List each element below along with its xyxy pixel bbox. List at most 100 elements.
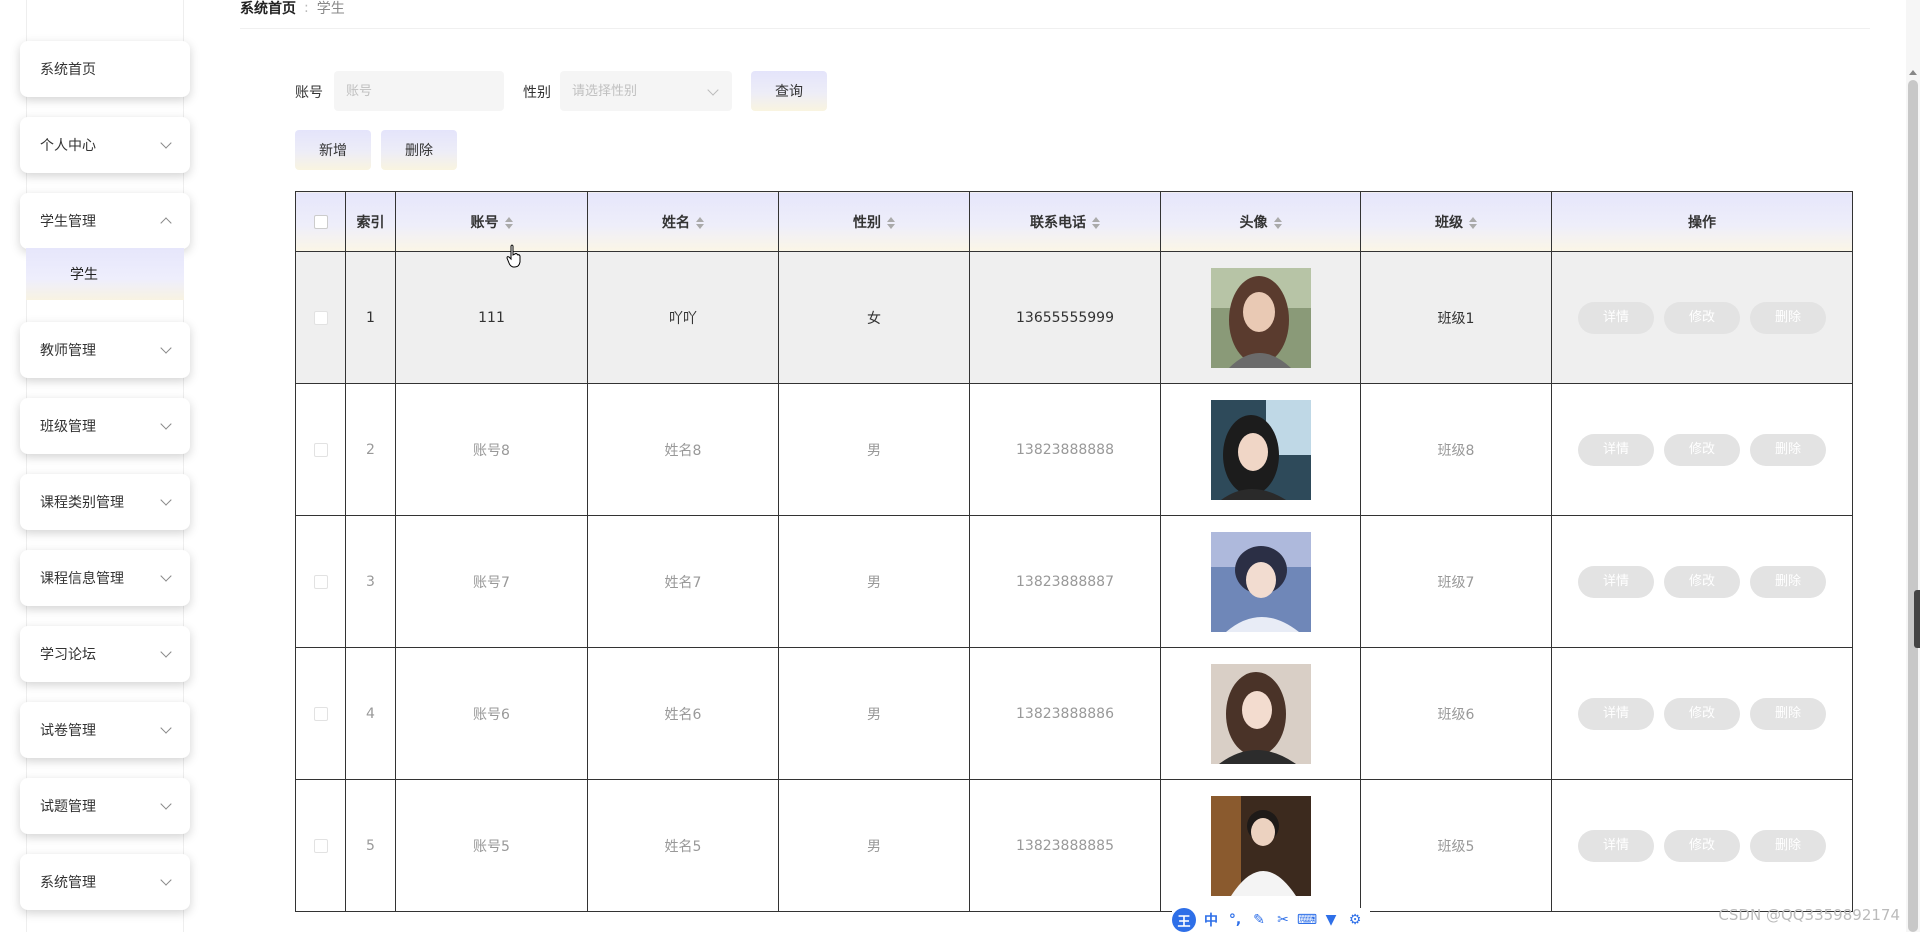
keyboard-icon[interactable]: ⌨: [1297, 911, 1317, 929]
row-delete-button[interactable]: 删除: [1750, 565, 1826, 598]
detail-button[interactable]: 详情: [1578, 697, 1654, 730]
cell-phone: 13823888887: [969, 515, 1161, 648]
pen-icon[interactable]: ✎: [1250, 911, 1268, 929]
sidebar-item-system-management[interactable]: 系统管理: [20, 854, 190, 910]
avatar-image[interactable]: [1210, 795, 1311, 896]
edit-button[interactable]: 修改: [1664, 301, 1740, 334]
cell-account: 账号5: [395, 779, 588, 912]
delete-button[interactable]: 删除: [381, 130, 457, 170]
row-select-cell[interactable]: [295, 251, 346, 384]
scroll-up-icon[interactable]: [1909, 70, 1917, 75]
edit-button[interactable]: 修改: [1664, 697, 1740, 730]
gender-select[interactable]: [560, 71, 732, 111]
avatar-image[interactable]: [1210, 399, 1311, 500]
row-checkbox[interactable]: [313, 838, 328, 853]
row-delete-button[interactable]: 删除: [1750, 301, 1826, 334]
sort-icon[interactable]: [504, 216, 513, 229]
edit-button[interactable]: 修改: [1664, 829, 1740, 862]
chevron-down-icon: [160, 418, 172, 430]
row-delete-button[interactable]: 删除: [1750, 433, 1826, 466]
table-row[interactable]: 1 111 吖吖 女 13655555999 班级1 详情 修改 删除: [295, 251, 1853, 384]
detail-button[interactable]: 详情: [1578, 565, 1654, 598]
avatar-image[interactable]: [1210, 531, 1311, 632]
sidebar-item-class-management[interactable]: 班级管理: [20, 398, 190, 454]
scissors-icon[interactable]: ✂: [1274, 911, 1292, 929]
chevron-down-icon: [160, 722, 172, 734]
edit-button[interactable]: 修改: [1664, 433, 1740, 466]
table-row[interactable]: 2 账号8 姓名8 男 13823888888 班级8 详情 修改 删除: [295, 383, 1853, 516]
sort-icon[interactable]: [887, 216, 895, 229]
cell-index: 2: [345, 383, 396, 516]
row-select-cell[interactable]: [295, 647, 346, 780]
header-label: 头像: [1239, 214, 1268, 231]
watermark: CSDN @QQ3359892174: [1718, 906, 1900, 924]
query-button[interactable]: 查询: [751, 71, 827, 111]
cell-gender: 男: [778, 779, 970, 912]
edit-button[interactable]: 修改: [1664, 565, 1740, 598]
table-row[interactable]: 3 账号7 姓名7 男 13823888887 班级7 详情 修改 删除: [295, 515, 1853, 648]
cell-name: 姓名5: [587, 779, 779, 912]
row-checkbox[interactable]: [313, 442, 328, 457]
row-delete-button[interactable]: 删除: [1750, 829, 1826, 862]
cell-avatar: [1160, 647, 1361, 780]
sidebar-item-exam-paper-management[interactable]: 试卷管理: [20, 702, 190, 758]
sidebar-item-question-management[interactable]: 试题管理: [20, 778, 190, 834]
sidebar-item-label: 班级管理: [40, 419, 96, 435]
app-root: 系统首页 个人中心 学生管理 学生 教师管理 班级管理 课程类别管理 课程信息管…: [0, 0, 1920, 932]
row-select-cell[interactable]: [295, 383, 346, 516]
sidebar-item-course-category-management[interactable]: 课程类别管理: [20, 474, 190, 530]
row-checkbox[interactable]: [313, 706, 328, 721]
gear-icon[interactable]: ⚙: [1346, 911, 1364, 929]
scrollbar-thumb[interactable]: [1908, 80, 1918, 932]
sort-icon[interactable]: [696, 216, 704, 229]
side-handle[interactable]: [1914, 590, 1920, 648]
student-table: 索引 账号 姓名 性别 联系电话 头像 班级 操作 1 111 吖吖 女 136…: [295, 191, 1853, 912]
detail-button[interactable]: 详情: [1578, 433, 1654, 466]
cell-index: 1: [345, 251, 396, 384]
table-row[interactable]: 4 账号6 姓名6 男 13823888886 班级6 详情 修改 删除: [295, 647, 1853, 780]
breadcrumb: 系统首页 : 学生: [240, 0, 345, 18]
sidebar: 系统首页 个人中心 学生管理 学生 教师管理 班级管理 课程类别管理 课程信息管…: [0, 0, 210, 932]
header-gender[interactable]: 性别: [778, 191, 970, 252]
sidebar-item-student-management[interactable]: 学生管理: [20, 193, 190, 249]
row-checkbox[interactable]: [313, 310, 328, 325]
sidebar-item-label: 系统管理: [40, 875, 96, 891]
sidebar-item-personal-center[interactable]: 个人中心: [20, 117, 190, 173]
ime-logo-icon[interactable]: 王: [1172, 908, 1196, 932]
sort-icon[interactable]: [1273, 216, 1282, 229]
sidebar-item-label: 学习论坛: [40, 647, 96, 663]
avatar-image[interactable]: [1210, 267, 1311, 368]
ime-punct-toggle[interactable]: °,: [1226, 911, 1244, 929]
sort-icon[interactable]: [1092, 216, 1100, 229]
shirt-icon[interactable]: ▼: [1322, 911, 1340, 929]
row-select-cell[interactable]: [295, 779, 346, 912]
sidebar-item-home[interactable]: 系统首页: [20, 41, 190, 97]
detail-button[interactable]: 详情: [1578, 829, 1654, 862]
chevron-down-icon: [160, 798, 172, 810]
table-row[interactable]: 5 账号5 姓名5 男 13823888885 班级5 详情 修改 删除: [295, 779, 1853, 912]
add-button[interactable]: 新增: [295, 130, 371, 170]
account-search-input[interactable]: [334, 71, 504, 111]
select-all-cell[interactable]: [295, 191, 346, 252]
sidebar-item-course-info-management[interactable]: 课程信息管理: [20, 550, 190, 606]
header-avatar[interactable]: 头像: [1160, 191, 1361, 252]
header-account[interactable]: 账号: [395, 191, 588, 252]
ime-mode-toggle[interactable]: 中: [1202, 911, 1220, 929]
header-name[interactable]: 姓名: [587, 191, 779, 252]
sidebar-item-teacher-management[interactable]: 教师管理: [20, 322, 190, 378]
sidebar-item-label: 课程信息管理: [40, 571, 124, 587]
row-delete-button[interactable]: 删除: [1750, 697, 1826, 730]
cell-gender: 男: [778, 515, 970, 648]
header-phone[interactable]: 联系电话: [969, 191, 1161, 252]
sidebar-subitem-student[interactable]: 学生: [26, 248, 184, 300]
sidebar-item-label: 课程类别管理: [40, 495, 124, 511]
select-all-checkbox[interactable]: [313, 214, 328, 229]
row-checkbox[interactable]: [313, 574, 328, 589]
sort-icon[interactable]: [1469, 216, 1477, 229]
breadcrumb-home[interactable]: 系统首页: [240, 0, 296, 18]
header-class[interactable]: 班级: [1360, 191, 1552, 252]
avatar-image[interactable]: [1210, 663, 1311, 764]
sidebar-item-study-forum[interactable]: 学习论坛: [20, 626, 190, 682]
row-select-cell[interactable]: [295, 515, 346, 648]
detail-button[interactable]: 详情: [1578, 301, 1654, 334]
